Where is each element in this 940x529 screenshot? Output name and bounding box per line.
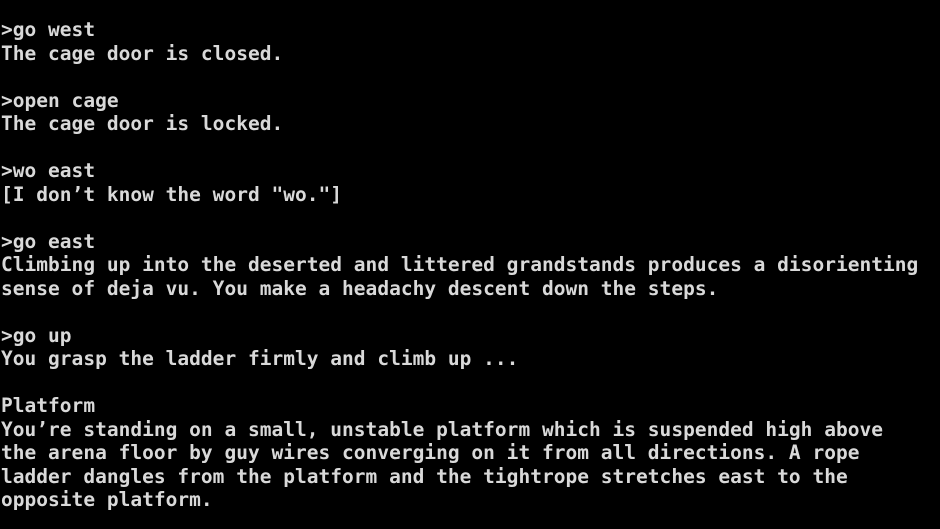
command-line: >wo east [1, 159, 96, 182]
game-terminal[interactable]: >go west The cage door is closed. >open … [0, 0, 940, 529]
response-line: [I don’t know the word "wo."] [1, 183, 343, 206]
response-line: You grasp the ladder firmly and climb up… [1, 347, 519, 370]
room-description: opposite platform. [1, 488, 213, 511]
room-title: Platform [1, 394, 96, 417]
command-line: >go west [1, 18, 96, 41]
room-description: You’re standing on a small, unstable pla… [1, 418, 883, 441]
command-line: >go up [1, 324, 72, 347]
room-description: ladder dangles from the platform and the… [1, 465, 848, 488]
command-line: >go east [1, 230, 96, 253]
room-description: the arena floor by guy wires converging … [1, 441, 860, 464]
response-line: The cage door is closed. [1, 42, 284, 65]
response-line: Climbing up into the deserted and litter… [1, 253, 919, 276]
command-line: >open cage [1, 89, 119, 112]
response-line: The cage door is locked. [1, 112, 284, 135]
response-line: sense of deja vu. You make a headachy de… [1, 277, 719, 300]
